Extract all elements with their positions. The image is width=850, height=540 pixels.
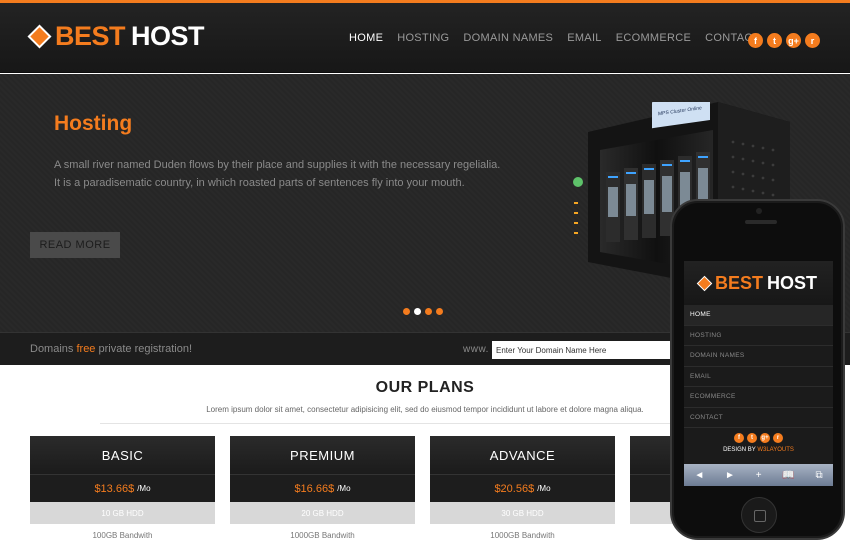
plan-card-basic: BASIC $13.66$ /Mo 10 GB HDD 100GB Bandwi… <box>30 436 215 540</box>
mobile-social-links: f t g+ r <box>684 433 833 443</box>
nav-hosting[interactable]: HOSTING <box>397 32 449 44</box>
mobile-logo-word-best: BEST <box>714 272 763 293</box>
phone-home-button[interactable] <box>741 497 777 533</box>
plan-price-row: $16.66$ /Mo <box>230 474 415 502</box>
plan-name: PREMIUM <box>230 436 415 474</box>
forward-icon[interactable]: ► <box>725 470 735 481</box>
twitter-icon[interactable]: t <box>747 433 757 443</box>
logo-word-best: BEST <box>55 21 126 51</box>
mobile-nav-contact[interactable]: CONTACT <box>684 408 833 428</box>
hero-title: Hosting <box>54 112 133 135</box>
google-plus-icon[interactable]: g+ <box>760 433 770 443</box>
plan-storage: 10 GB HDD <box>30 502 215 524</box>
plan-storage: 30 GB HDD <box>430 502 615 524</box>
mobile-credit: DESIGN BY W3LAYOUTS <box>684 447 833 453</box>
bookmarks-icon[interactable]: 📖 <box>782 470 794 481</box>
plan-per: /Mo <box>537 484 551 493</box>
diamond-logo-icon <box>30 27 49 46</box>
nav-email[interactable]: EMAIL <box>567 32 602 44</box>
facebook-icon[interactable]: f <box>748 33 763 48</box>
slider-dot[interactable] <box>403 308 410 315</box>
nav-ecommerce[interactable]: ECOMMERCE <box>616 32 691 44</box>
nav-home[interactable]: HOME <box>349 32 383 44</box>
mobile-nav-ecommerce[interactable]: ECOMMERCE <box>684 387 833 408</box>
plan-price: $20.56$ <box>494 482 535 495</box>
mobile-browser-toolbar: ◄ ► + 📖 ⧉ <box>684 464 833 486</box>
facebook-icon[interactable]: f <box>734 433 744 443</box>
phone-speaker <box>745 220 777 224</box>
mobile-credit-link[interactable]: W3LAYOUTS <box>757 447 794 453</box>
logo-word-host: HOST <box>131 21 205 51</box>
plan-name: ADVANCE <box>430 436 615 474</box>
plan-bandwidth: 100GB Bandwith <box>92 530 153 540</box>
domain-promo-suffix: private registration! <box>98 343 193 355</box>
google-plus-icon[interactable]: g+ <box>786 33 801 48</box>
rss-icon[interactable]: r <box>773 433 783 443</box>
logo[interactable]: BEST HOST <box>30 21 205 52</box>
add-icon[interactable]: + <box>756 470 762 481</box>
www-label: www. <box>463 344 489 355</box>
tabs-icon[interactable]: ⧉ <box>815 470 822 481</box>
plan-per: /Mo <box>337 484 351 493</box>
plan-per: /Mo <box>137 484 151 493</box>
plan-price: $16.66$ <box>294 482 335 495</box>
main-nav: HOME HOSTING DOMAIN NAMES EMAIL ECOMMERC… <box>349 32 760 44</box>
plan-name: BASIC <box>30 436 215 474</box>
back-icon[interactable]: ◄ <box>694 470 704 481</box>
mobile-nav-hosting[interactable]: HOSTING <box>684 326 833 346</box>
mobile-nav-domain-names[interactable]: DOMAIN NAMES <box>684 346 833 367</box>
hero-text: A small river named Duden flows by their… <box>54 159 501 189</box>
social-links: f t g+ r <box>748 33 820 48</box>
site-header: BEST HOST HOME HOSTING DOMAIN NAMES EMAI… <box>0 3 850 73</box>
plan-price-row: $13.66$ /Mo <box>30 474 215 502</box>
plan-storage: 20 GB HDD <box>230 502 415 524</box>
domain-promo-prefix: Domains <box>30 343 74 355</box>
slider-dot-active[interactable] <box>414 308 421 315</box>
mobile-nav: HOME HOSTING DOMAIN NAMES EMAIL ECOMMERC… <box>684 305 833 428</box>
nav-domain-names[interactable]: DOMAIN NAMES <box>463 32 553 44</box>
phone-camera <box>756 208 762 214</box>
mobile-nav-home[interactable]: HOME <box>684 305 833 326</box>
slider-dots <box>403 308 443 315</box>
rss-icon[interactable]: r <box>805 33 820 48</box>
mobile-logo[interactable]: BEST HOST <box>684 261 833 305</box>
mobile-credit-label: DESIGN BY <box>723 447 756 453</box>
mobile-phone-preview: BEST HOST HOME HOSTING DOMAIN NAMES EMAI… <box>670 199 845 540</box>
slider-dot[interactable] <box>436 308 443 315</box>
domain-promo-free: free <box>76 343 96 355</box>
plan-card-advance: ADVANCE $20.56$ /Mo 30 GB HDD 1000GB Ban… <box>430 436 615 540</box>
plan-bandwidth: 1000GB Bandwith <box>290 530 355 540</box>
phone-screen: BEST HOST HOME HOSTING DOMAIN NAMES EMAI… <box>684 261 833 486</box>
plan-bandwidth: 1000GB Bandwith <box>490 530 555 540</box>
domain-search-input[interactable] <box>492 341 682 359</box>
divider <box>100 423 750 424</box>
diamond-logo-icon <box>698 276 711 290</box>
mobile-logo-word-host: HOST <box>767 272 818 293</box>
plan-card-premium: PREMIUM $16.66$ /Mo 20 GB HDD 1000GB Ban… <box>230 436 415 540</box>
plan-price: $13.66$ <box>94 482 135 495</box>
read-more-button[interactable]: READ MORE <box>30 232 120 258</box>
mobile-nav-email[interactable]: EMAIL <box>684 367 833 387</box>
plan-price-row: $20.56$ /Mo <box>430 474 615 502</box>
twitter-icon[interactable]: t <box>767 33 782 48</box>
domain-promo: Domains free private registration! <box>30 343 192 355</box>
slider-dot[interactable] <box>425 308 432 315</box>
